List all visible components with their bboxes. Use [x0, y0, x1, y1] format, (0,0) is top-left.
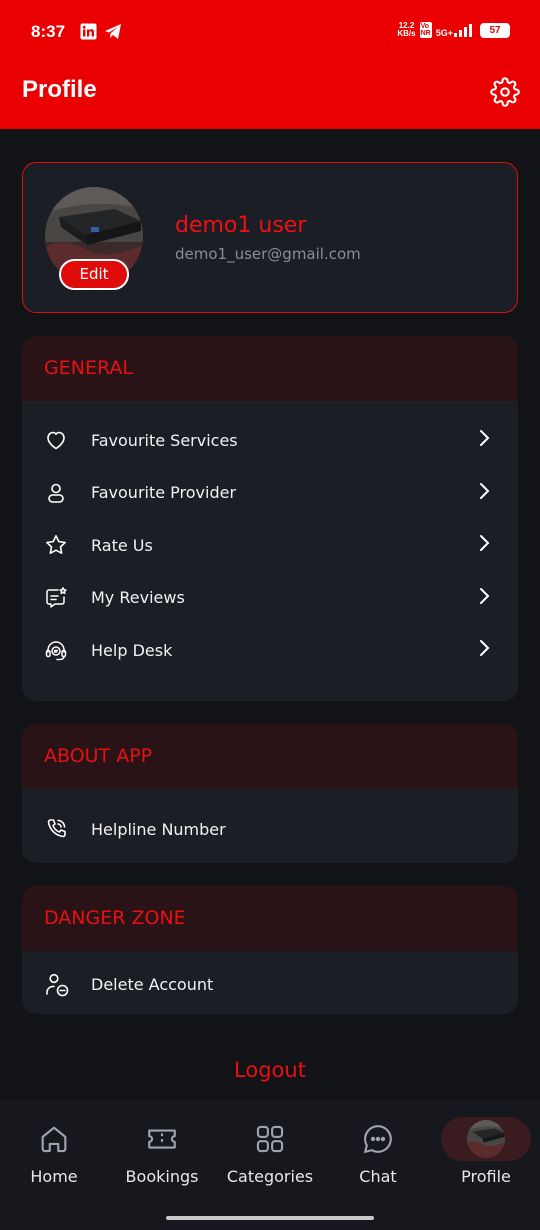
- grid-icon: [220, 1120, 320, 1158]
- item-label: Helpline Number: [91, 819, 226, 839]
- item-label: Delete Account: [91, 974, 214, 994]
- net-speed: 12.2 KB/s: [397, 21, 416, 38]
- nav-bookings[interactable]: Bookings: [112, 1120, 212, 1186]
- rate-us-item[interactable]: Rate Us: [22, 519, 518, 572]
- favourite-services-item[interactable]: Favourite Services: [22, 414, 518, 467]
- page-title: Profile: [22, 76, 97, 103]
- section-title: DANGER ZONE: [22, 886, 518, 951]
- danger-zone-section: DANGER ZONE Delete Account: [22, 886, 518, 1014]
- chat-icon: [328, 1120, 428, 1158]
- ticket-icon: [112, 1120, 212, 1158]
- telegram-icon: [104, 23, 122, 44]
- nav-label: Chat: [359, 1167, 397, 1186]
- edit-profile-button[interactable]: Edit: [59, 259, 129, 290]
- nav-label: Categories: [226, 1167, 314, 1186]
- gear-icon[interactable]: [490, 77, 520, 111]
- star-icon: [44, 533, 68, 557]
- heart-icon: [44, 428, 68, 452]
- home-icon: [4, 1120, 104, 1158]
- item-label: Rate Us: [91, 535, 153, 555]
- user-name: demo1 user: [175, 213, 307, 238]
- item-label: Help Desk: [91, 640, 173, 660]
- phone-icon: [44, 817, 68, 841]
- delete-user-icon: [44, 972, 69, 997]
- status-right: 12.2 KB/s Vo NR 5G+ 57: [397, 22, 510, 38]
- chevron-right-icon: [478, 639, 490, 661]
- nav-categories[interactable]: Categories: [220, 1120, 320, 1186]
- section-title: ABOUT APP: [22, 724, 518, 789]
- user-email: demo1_user@gmail.com: [175, 245, 361, 263]
- app-bar: Profile: [0, 62, 540, 129]
- status-time: 8:37: [31, 22, 66, 41]
- review-icon: [44, 586, 68, 610]
- item-label: Favourite Provider: [91, 483, 237, 503]
- chevron-right-icon: [478, 534, 490, 556]
- nav-label: Bookings: [125, 1167, 199, 1186]
- about-app-section: ABOUT APP Helpline Number: [22, 724, 518, 863]
- favourite-provider-item[interactable]: Favourite Provider: [22, 467, 518, 520]
- item-label: Favourite Services: [91, 430, 238, 450]
- battery-icon: 57: [480, 22, 510, 38]
- signal-icon: 5G+: [436, 23, 476, 37]
- chevron-right-icon: [478, 587, 490, 609]
- help-desk-item[interactable]: Help Desk: [22, 624, 518, 677]
- helpline-number-item[interactable]: Helpline Number: [22, 803, 518, 856]
- section-title: GENERAL: [22, 336, 518, 401]
- item-label: My Reviews: [91, 588, 185, 608]
- linkedin-icon: [80, 23, 97, 44]
- profile-card: Edit demo1 user demo1_user@gmail.com: [22, 162, 518, 313]
- nav-profile[interactable]: Profile: [436, 1120, 536, 1186]
- nav-label: Profile: [461, 1167, 511, 1186]
- my-reviews-item[interactable]: My Reviews: [22, 572, 518, 625]
- volte-icon: Vo NR: [419, 22, 432, 38]
- nav-chat[interactable]: Chat: [328, 1120, 428, 1186]
- headset-icon: [44, 638, 68, 662]
- nav-home[interactable]: Home: [4, 1120, 104, 1186]
- avatar: [467, 1120, 505, 1158]
- home-indicator[interactable]: [166, 1216, 374, 1220]
- status-bar: 8:37 12.2 KB/s Vo NR 5G+ 57: [0, 0, 540, 62]
- general-section: GENERAL Favourite Services Favourite Pro…: [22, 336, 518, 701]
- logout-button[interactable]: Logout: [0, 1058, 540, 1082]
- chevron-right-icon: [478, 429, 490, 451]
- delete-account-item[interactable]: Delete Account: [22, 958, 518, 1011]
- user-icon: [44, 481, 68, 505]
- nav-label: Home: [30, 1167, 78, 1186]
- chevron-right-icon: [478, 482, 490, 504]
- bottom-nav: Home Bookings Categories Chat Profile: [0, 1100, 540, 1230]
